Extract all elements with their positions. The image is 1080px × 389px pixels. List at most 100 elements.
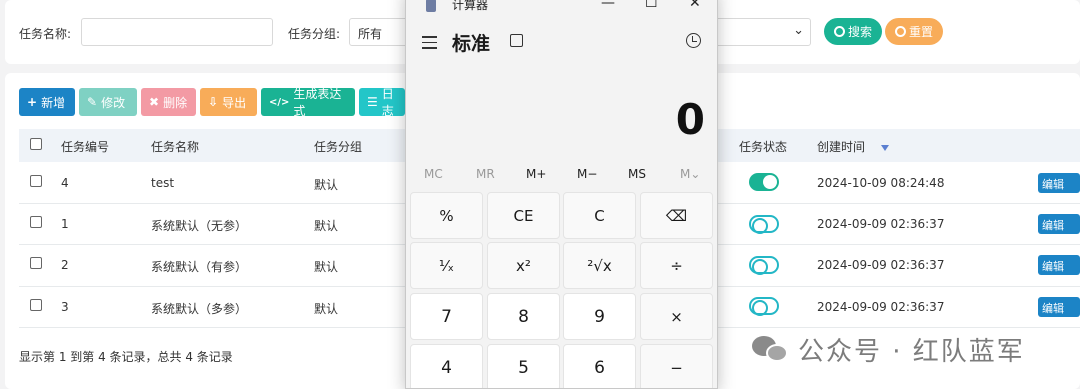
wechat-logo-icon — [752, 334, 790, 366]
status-toggle[interactable] — [749, 215, 779, 234]
close-button[interactable]: ✕ — [689, 0, 701, 11]
generate-expression-label: 生成表达式 — [293, 87, 342, 118]
generate-expression-button[interactable]: </> 生成表达式 — [261, 87, 355, 118]
edit-row-button[interactable]: 编辑 — [1038, 173, 1080, 193]
memory-store-button[interactable]: MS — [628, 167, 646, 181]
cell-task-name: test — [151, 176, 175, 190]
cell-created-time: 2024-09-09 02:36:37 — [817, 217, 945, 231]
history-icon[interactable] — [686, 33, 701, 48]
memory-subtract-button[interactable]: M− — [577, 167, 597, 181]
add-button[interactable]: + 新增 — [19, 88, 75, 116]
clear-entry-key[interactable]: CE — [487, 192, 560, 239]
status-toggle[interactable] — [749, 297, 779, 316]
add-button-label: 新增 — [41, 95, 66, 110]
cell-created-time: 2024-09-09 02:36:37 — [817, 258, 945, 272]
digit-6-key[interactable]: 6 — [563, 344, 636, 388]
delete-button-label: 删除 — [163, 95, 188, 110]
watermark: 公众号 · 红队蓝军 — [752, 331, 1025, 368]
search-button-label: 搜索 — [848, 25, 873, 39]
square-key[interactable]: x² — [487, 242, 560, 289]
remove-icon: ✖ — [149, 95, 160, 109]
minimize-button[interactable]: — — [601, 0, 615, 11]
edit-icon: ✎ — [87, 95, 98, 109]
multiply-key[interactable]: × — [640, 293, 713, 340]
digit-9-key[interactable]: 9 — [563, 293, 636, 340]
header-task-id[interactable]: 任务编号 — [61, 138, 109, 155]
row-checkbox[interactable] — [30, 216, 42, 228]
reset-button[interactable]: 重置 — [885, 18, 944, 45]
cell-task-name: 系统默认（多参） — [151, 302, 248, 316]
edit-row-label: 编辑 — [1042, 260, 1064, 273]
select-all-checkbox[interactable] — [30, 138, 42, 150]
cell-task-group: 默认 — [314, 260, 339, 274]
task-group-value: 所有 — [358, 27, 383, 41]
refresh-icon — [895, 26, 906, 37]
keep-on-top-icon[interactable] — [510, 34, 523, 47]
cell-task-group: 默认 — [314, 178, 339, 192]
calculator-display: 0 — [675, 95, 705, 144]
cell-task-name: 系统默认（无参） — [151, 219, 248, 233]
cell-task-group: 默认 — [314, 302, 339, 316]
header-task-name[interactable]: 任务名称 — [151, 138, 199, 155]
edit-toolbar-button[interactable]: ✎ 修改 — [79, 88, 137, 116]
cell-task-id: 4 — [61, 176, 69, 190]
cell-created-time: 2024-10-09 08:24:48 — [817, 176, 945, 190]
calculator-window: 计算器 — ☐ ✕ 标准 0 MC MR M+ M− MS M⌄ % CE C … — [405, 0, 718, 389]
digit-4-key[interactable]: 4 — [410, 344, 483, 388]
digit-7-key[interactable]: 7 — [410, 293, 483, 340]
cell-task-id: 1 — [61, 217, 69, 231]
code-icon: </> — [269, 96, 290, 108]
log-button[interactable]: ☰ 日志 — [359, 87, 405, 118]
divide-key[interactable]: ÷ — [640, 242, 713, 289]
sort-desc-icon[interactable] — [881, 145, 889, 151]
pagination-info: 显示第 1 到第 4 条记录，总共 4 条记录 — [19, 350, 233, 364]
menu-icon[interactable] — [422, 36, 437, 53]
row-checkbox[interactable] — [30, 257, 42, 269]
edit-toolbar-label: 修改 — [101, 95, 126, 110]
row-checkbox[interactable] — [30, 299, 42, 311]
digit-5-key[interactable]: 5 — [487, 344, 560, 388]
calculator-mode-title: 标准 — [452, 33, 491, 55]
list-icon: ☰ — [367, 95, 378, 109]
row-checkbox[interactable] — [30, 175, 42, 187]
reset-button-label: 重置 — [909, 25, 934, 39]
watermark-text: 公众号 · 红队蓝军 — [798, 337, 1025, 367]
percent-key[interactable]: % — [410, 192, 483, 239]
memory-clear-button[interactable]: MC — [424, 167, 443, 181]
memory-list-button[interactable]: M⌄ — [680, 167, 700, 181]
edit-row-label: 编辑 — [1042, 178, 1064, 191]
cell-task-name: 系统默认（有参） — [151, 260, 248, 274]
square-root-key[interactable]: ²√x — [563, 242, 636, 289]
header-task-group[interactable]: 任务分组 — [314, 138, 362, 155]
task-name-input[interactable] — [81, 18, 273, 46]
edit-row-label: 编辑 — [1042, 302, 1064, 315]
header-task-status[interactable]: 任务状态 — [739, 138, 787, 155]
edit-row-button[interactable]: 编辑 — [1038, 214, 1080, 234]
reciprocal-key[interactable]: ¹⁄ₓ — [410, 242, 483, 289]
plus-icon: + — [27, 95, 38, 109]
maximize-button[interactable]: ☐ — [645, 0, 658, 11]
memory-add-button[interactable]: M+ — [526, 167, 546, 181]
task-name-label: 任务名称: — [19, 27, 72, 41]
search-button[interactable]: 搜索 — [824, 18, 883, 45]
calculator-title: 计算器 — [452, 0, 489, 12]
edit-row-button[interactable]: 编辑 — [1038, 297, 1080, 317]
task-group-label: 任务分组: — [288, 27, 341, 41]
search-icon — [834, 26, 845, 37]
export-button[interactable]: ⇩ 导出 — [200, 88, 257, 116]
delete-button[interactable]: ✖ 删除 — [141, 88, 196, 116]
cell-task-group: 默认 — [314, 219, 339, 233]
header-created-time[interactable]: 创建时间 — [817, 138, 865, 155]
cell-created-time: 2024-09-09 02:36:37 — [817, 300, 945, 314]
digit-8-key[interactable]: 8 — [487, 293, 560, 340]
download-icon: ⇩ — [208, 95, 219, 109]
memory-recall-button[interactable]: MR — [476, 167, 495, 181]
clear-key[interactable]: C — [563, 192, 636, 239]
backspace-key[interactable]: ⌫ — [640, 192, 713, 239]
subtract-key[interactable]: − — [640, 344, 713, 388]
status-toggle[interactable] — [749, 173, 779, 191]
chevron-down-icon: ⌄ — [793, 23, 804, 38]
edit-row-button[interactable]: 编辑 — [1038, 255, 1080, 275]
log-button-label: 日志 — [381, 87, 394, 118]
status-toggle[interactable] — [749, 256, 779, 275]
